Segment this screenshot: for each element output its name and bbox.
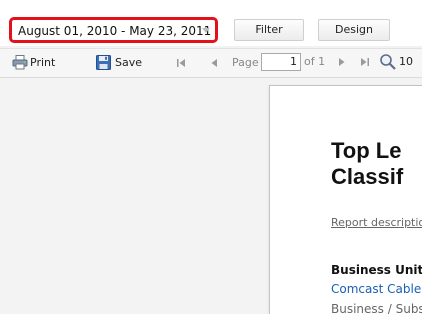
date-range-value: August 01, 2010 - May 23, 2011 xyxy=(18,24,212,38)
business-unit-heading: Business Unit xyxy=(331,263,422,277)
top-bar: August 01, 2010 - May 23, 2011 Filter De… xyxy=(0,0,422,46)
floppy-disk-icon[interactable] xyxy=(96,55,111,70)
page-number-input[interactable]: 1 xyxy=(261,53,301,71)
report-page: Top Le Classif Report descriptio Busines… xyxy=(269,85,422,314)
date-range-dropdown[interactable]: August 01, 2010 - May 23, 2011 xyxy=(9,17,218,43)
page-label: Page xyxy=(232,56,259,69)
report-viewer: August 01, 2010 - May 23, 2011 Filter De… xyxy=(0,0,422,314)
save-button[interactable]: Save xyxy=(115,54,142,72)
breadcrumb-business-link[interactable]: Business xyxy=(331,302,384,314)
printer-icon[interactable] xyxy=(12,55,28,70)
report-toolbar: Print Save Page xyxy=(0,48,422,78)
breadcrumb: Business / Subs xyxy=(331,302,422,314)
filter-button[interactable]: Filter xyxy=(234,19,304,41)
first-page-icon[interactable] xyxy=(176,58,186,68)
business-unit-link[interactable]: Comcast Cabler xyxy=(331,282,422,296)
report-description-link[interactable]: Report descriptio xyxy=(331,216,422,229)
breadcrumb-subs-link[interactable]: Subs xyxy=(396,302,422,314)
breadcrumb-separator: / xyxy=(383,302,396,314)
report-title: Top Le Classif xyxy=(331,138,403,190)
report-title-line-1: Top Le xyxy=(331,138,402,163)
report-title-line-2: Classif xyxy=(331,164,404,189)
chevron-down-icon[interactable] xyxy=(202,28,210,33)
design-button[interactable]: Design xyxy=(318,19,390,41)
previous-page-icon[interactable] xyxy=(210,58,218,68)
print-button[interactable]: Print xyxy=(30,54,55,72)
report-canvas: Top Le Classif Report descriptio Busines… xyxy=(0,78,422,314)
